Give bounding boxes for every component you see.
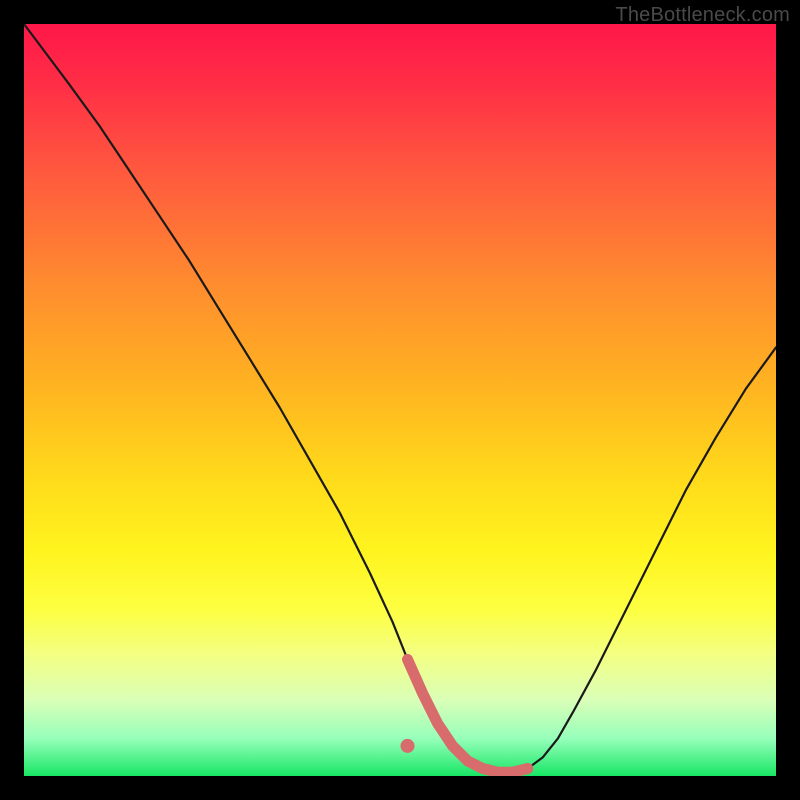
bottleneck-curve	[24, 24, 776, 772]
watermark-text: TheBottleneck.com	[615, 4, 790, 27]
optimal-range-band	[408, 659, 528, 772]
chart-frame: TheBottleneck.com	[0, 0, 800, 800]
plot-area	[24, 24, 776, 776]
curve-layer	[24, 24, 776, 776]
optimal-start-dot	[401, 739, 415, 753]
